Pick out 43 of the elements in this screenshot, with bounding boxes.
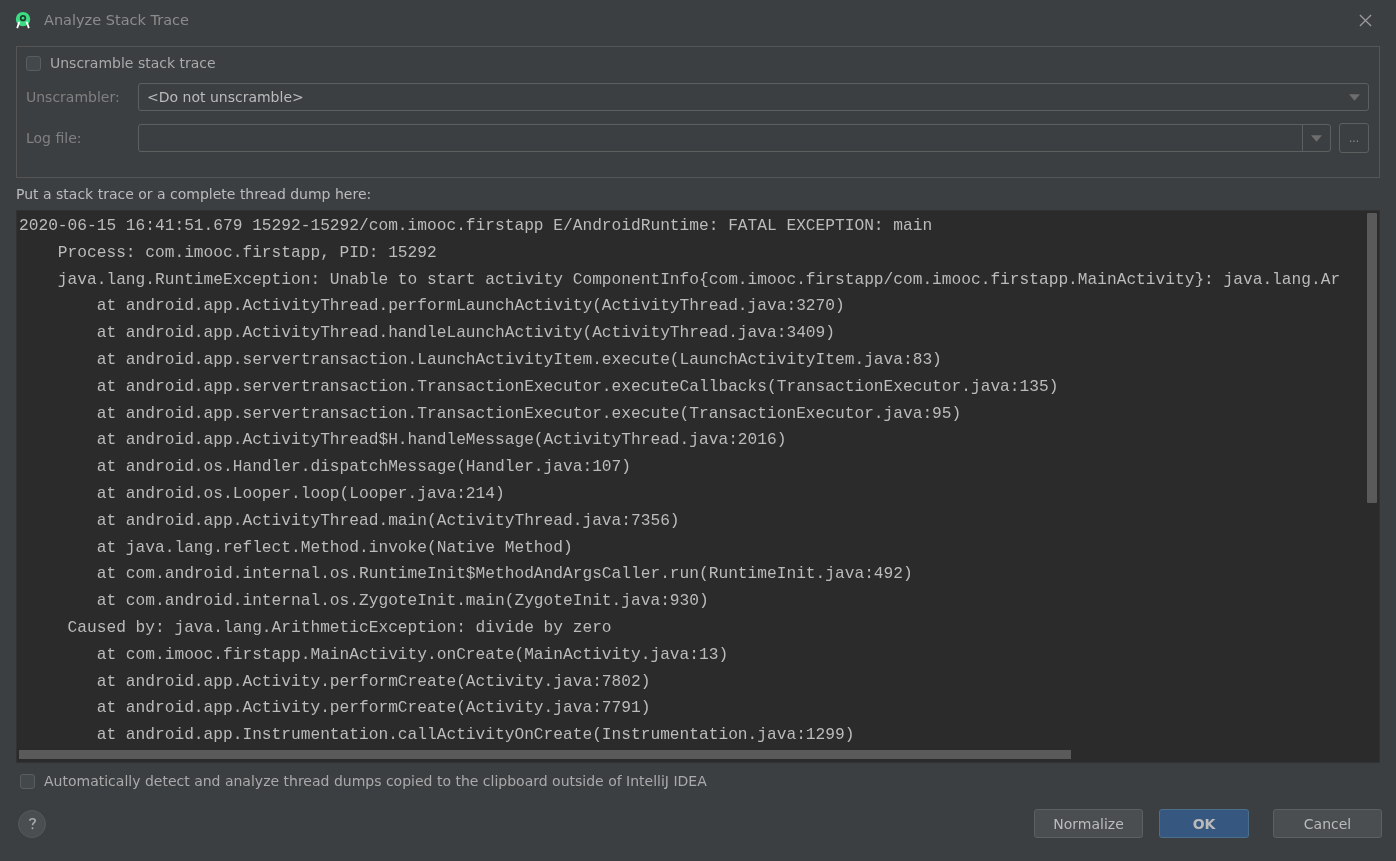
trace-line: at com.android.internal.os.RuntimeInit$MethodAndArgsCaller.run(RuntimeInit.java:492) xyxy=(95,564,913,586)
trace-line: at android.app.ActivityThread$H.handleMessage(ActivityThread.java:2016) xyxy=(95,430,787,452)
close-icon[interactable] xyxy=(1359,13,1372,27)
trace-line: at android.app.ActivityThread.handleLaunchActivity(ActivityThread.java:3409) xyxy=(95,323,835,345)
trace-line: at com.android.internal.os.ZygoteInit.main(ZygoteInit.java:930) xyxy=(95,591,709,613)
trace-line: Caused by: java.lang.ArithmeticException: divide by zero xyxy=(66,617,612,639)
unscramble-label[interactable]: Unscramble stack trace xyxy=(50,55,216,71)
browse-button[interactable]: ... xyxy=(1339,123,1369,153)
auto-detect-label[interactable]: Automatically detect and analyze thread dumps copied to the clipboard outside of IntelliJ IDEA xyxy=(44,773,707,789)
window-title: Analyze Stack Trace xyxy=(44,12,190,28)
dialog-button[interactable]: Normalize xyxy=(1034,809,1143,838)
trace-line: at android.app.ActivityThread.main(ActivityThread.java:7356) xyxy=(95,510,680,532)
trace-line: at android.app.ActivityThread.performLaunchActivity(ActivityThread.java:3270) xyxy=(95,296,845,318)
trace-line: at android.app.servertransaction.TransactionExecutor.execute(TransactionExecutor.java:95) xyxy=(95,403,962,425)
vertical-scrollbar[interactable] xyxy=(1367,213,1377,503)
dialog-button[interactable]: Cancel xyxy=(1273,809,1382,838)
help-button[interactable] xyxy=(18,809,46,838)
trace-line: at android.app.servertransaction.TransactionExecutor.executeCallbacks(TransactionExecutor.java:135) xyxy=(95,376,1059,398)
trace-line: at android.app.Activity.performCreate(Activity.java:7791) xyxy=(95,698,651,720)
checkbox[interactable] xyxy=(26,55,41,71)
dropdown-caret-icon xyxy=(1349,93,1360,101)
trace-line: at android.app.Instrumentation.callActivityOnCreate(Instrumentation.java:1299) xyxy=(95,725,855,747)
stack-trace-editor[interactable] xyxy=(16,210,1380,763)
trace-line: at android.app.Activity.performCreate(Activity.java:7802) xyxy=(95,671,651,693)
trace-line: at android.app.servertransaction.LaunchActivityItem.execute(LaunchActivityItem.java:83) xyxy=(95,350,942,371)
trace-line: at android.os.Looper.loop(Looper.java:214) xyxy=(95,483,505,505)
dialog-button[interactable]: OK xyxy=(1159,809,1249,838)
field-label: Unscrambler: xyxy=(26,89,121,105)
checkbox[interactable] xyxy=(20,773,35,789)
trace-line: 2020-06-15 16:41:51.679 15292-15292/com.imooc.firstapp E/AndroidRuntime: FATAL EXCEPTION: main xyxy=(19,216,933,237)
trace-line: at android.os.Handler.dispatchMessage(Handler.java:107) xyxy=(95,457,631,479)
question-mark-icon xyxy=(27,817,37,830)
app-logo-icon xyxy=(14,11,32,29)
horizontal-scrollbar[interactable] xyxy=(19,750,1071,759)
trace-line: java.lang.RuntimeException: Unable to start activity ComponentInfo{com.imooc.firstapp/com.imooc.firstapp.MainActivity}: java.lang.Ar xyxy=(56,269,1341,291)
trace-line: Process: com.imooc.firstapp, PID: 15292 xyxy=(56,242,437,264)
instruction-text: Put a stack trace or a complete thread dump here: xyxy=(16,186,373,204)
trace-line: at com.imooc.firstapp.MainActivity.onCreate(MainActivity.java:13) xyxy=(95,644,729,666)
unscrambler-dropdown[interactable]: <Do not unscramble> xyxy=(138,83,1369,111)
trace-line: at java.lang.reflect.Method.invoke(Native Method) xyxy=(95,537,573,559)
field-label: Log file: xyxy=(26,130,83,146)
dropdown-caret-icon xyxy=(1311,134,1322,142)
log-file-field[interactable] xyxy=(138,124,1331,152)
